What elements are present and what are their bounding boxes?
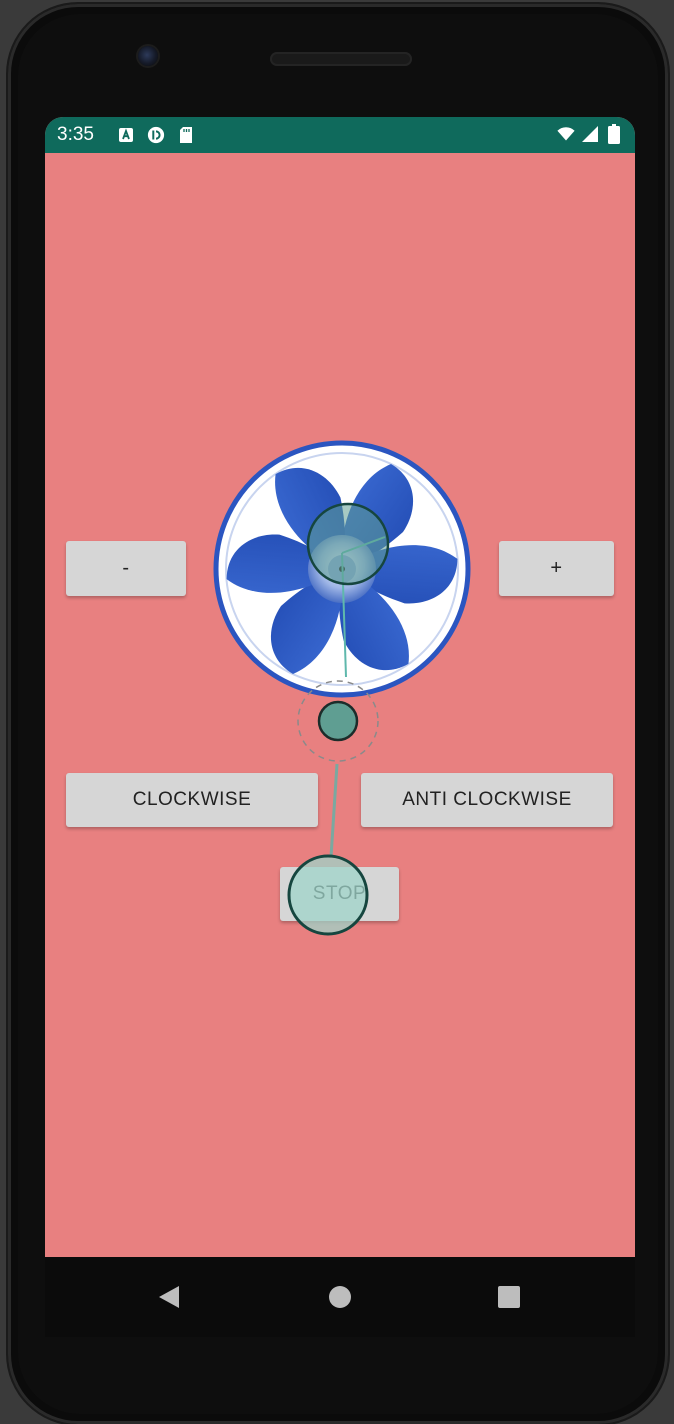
status-bar: 3:35 [45, 117, 635, 153]
home-button[interactable] [320, 1277, 360, 1317]
decrease-speed-label: - [122, 557, 130, 579]
navigation-bar [45, 1257, 635, 1337]
back-button[interactable] [149, 1277, 189, 1317]
status-notification-icons [117, 126, 195, 144]
increase-speed-label: + [550, 557, 563, 579]
sync-icon [147, 126, 165, 144]
touch-target-dot [317, 700, 359, 742]
decrease-speed-button[interactable]: - [66, 541, 186, 596]
clockwise-label: CLOCKWISE [132, 789, 252, 810]
back-icon [159, 1286, 179, 1308]
wifi-icon [557, 125, 575, 143]
status-time: 3:35 [57, 124, 94, 145]
recents-button[interactable] [489, 1277, 529, 1317]
stop-button[interactable]: STOP [280, 867, 399, 921]
a-badge-icon [117, 126, 135, 144]
cell-signal-icon [581, 125, 599, 143]
status-system-icons [557, 124, 623, 144]
home-icon [329, 1286, 351, 1308]
anticlockwise-button[interactable]: ANTI CLOCKWISE [361, 773, 613, 827]
gesture-path-lower [329, 763, 339, 858]
front-camera [138, 46, 158, 66]
anticlockwise-label: ANTI CLOCKWISE [402, 789, 572, 810]
earpiece-speaker [270, 52, 412, 66]
fan-image [213, 440, 471, 698]
recents-icon [498, 1286, 520, 1308]
battery-icon [605, 124, 623, 144]
clockwise-button[interactable]: CLOCKWISE [66, 773, 318, 827]
stop-label: STOP [312, 883, 367, 904]
sd-card-icon [177, 126, 195, 144]
increase-speed-button[interactable]: + [499, 541, 614, 596]
app-screen: 3:35 - + CLOCKWISE ANTI CLOCKWISE STOP [45, 117, 635, 1257]
